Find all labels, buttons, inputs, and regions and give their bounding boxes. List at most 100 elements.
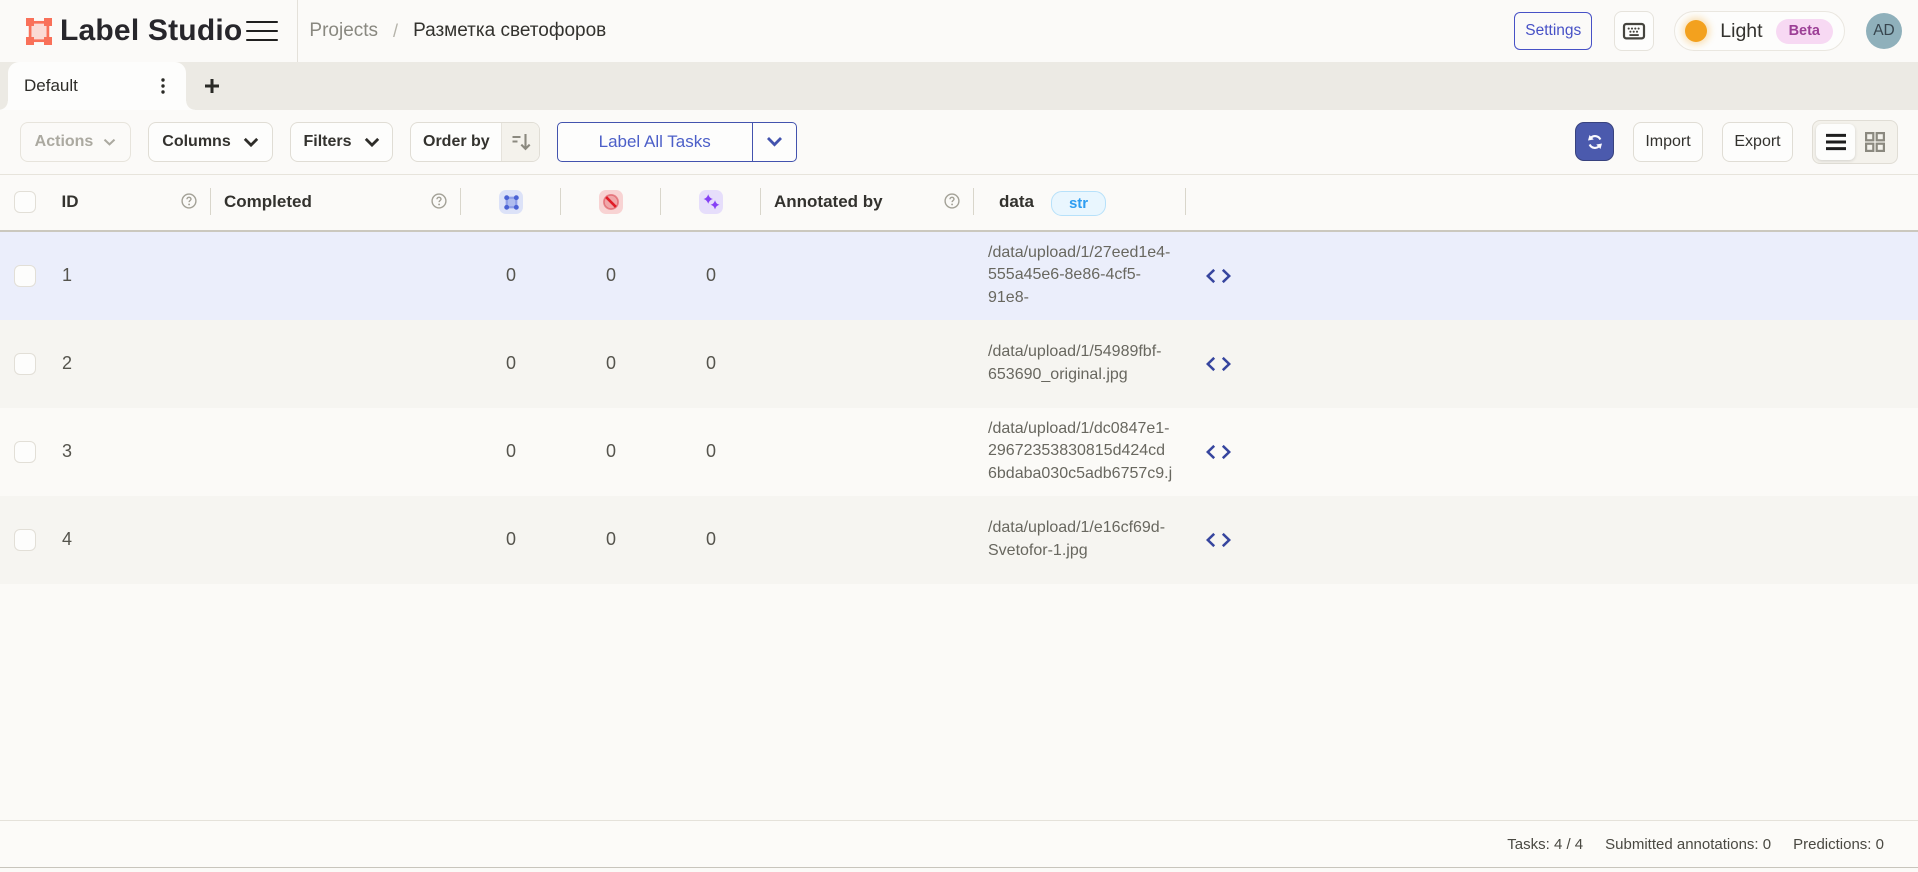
cell-cancelled-count: 0 [561,232,661,320]
select-all-checkbox[interactable] [14,191,36,213]
cell-show-source[interactable] [1186,320,1250,408]
breadcrumb-projects[interactable]: Projects [309,20,378,42]
breadcrumb-project-title: Разметка светофоров [413,20,606,42]
table-row[interactable]: 4 0 0 0 /data/upload/1/e16cf69d-Svetofor… [0,496,1918,584]
topbar-divider [297,0,298,62]
tab-bar: Default [0,62,1918,110]
toolbar: Actions Columns Filters Order by Label A… [0,110,1918,174]
cell-annotations-count: 0 [461,408,561,496]
keyboard-icon [1621,18,1647,44]
breadcrumb: Projects / Разметка светофоров [309,20,606,42]
list-view-button[interactable] [1816,124,1855,160]
cell-id: 3 [52,408,211,496]
filters-label: Filters [303,133,351,151]
cell-data: /data/upload/1/27eed1e4-555a45e6-8e86-4c… [974,232,1186,320]
cell-show-source[interactable] [1186,496,1250,584]
column-header-rest [1250,175,1918,230]
cell-rest [1250,496,1918,584]
predictions-icon [699,190,723,214]
tab-menu-kebab-icon[interactable] [154,77,172,95]
annotated-by-help-icon[interactable] [944,193,960,214]
order-by-sort-segment[interactable] [501,123,539,161]
cell-annotated-by [761,496,974,584]
columns-dropdown[interactable]: Columns [148,122,273,162]
actions-dropdown[interactable]: Actions [20,122,131,162]
column-header-annotations[interactable] [461,175,561,230]
data-value: /data/upload/1/27eed1e4-555a45e6-8e86-4c… [988,242,1173,310]
table-row[interactable]: 3 0 0 0 /data/upload/1/dc0847e1-29672353… [0,408,1918,496]
row-select-cell [0,320,52,408]
cell-data: /data/upload/1/e16cf69d-Svetofor-1.jpg [974,496,1186,584]
cell-completed [211,232,461,320]
row-checkbox[interactable] [14,353,36,375]
hamburger-menu-icon[interactable] [246,15,278,47]
label-all-tasks-button[interactable]: Label All Tasks [558,123,752,161]
column-header-predictions[interactable] [661,175,761,230]
column-header-cancelled[interactable] [561,175,661,230]
add-tab-button[interactable] [192,66,232,106]
cell-data: /data/upload/1/54989fbf-653690_original.… [974,320,1186,408]
annotations-icon [499,190,523,214]
chevron-down-icon [243,137,259,147]
tab-label: Default [24,76,78,96]
help-icon [944,193,960,209]
help-icon [431,193,447,209]
actions-label: Actions [35,133,94,151]
select-all-cell [0,175,52,230]
id-help-icon[interactable] [181,193,197,214]
show-source-icon [1205,356,1232,372]
cell-annotated-by [761,232,974,320]
cell-id: 1 [52,232,211,320]
cell-completed [211,496,461,584]
data-value: /data/upload/1/e16cf69d-Svetofor-1.jpg [988,517,1173,562]
cell-rest [1250,320,1918,408]
grid-view-icon [1865,132,1885,152]
cell-annotated-by [761,320,974,408]
cell-cancelled-count: 0 [561,496,661,584]
cell-show-source[interactable] [1186,232,1250,320]
table-row[interactable]: 2 0 0 0 /data/upload/1/54989fbf-653690_o… [0,320,1918,408]
cell-show-source[interactable] [1186,408,1250,496]
cell-predictions-count: 0 [661,320,761,408]
label-studio-logo[interactable]: Label Studio [26,14,242,48]
column-header-id[interactable]: ID [52,175,211,230]
refresh-icon [1585,132,1605,152]
keyboard-shortcuts-button[interactable] [1614,11,1654,51]
filters-dropdown[interactable]: Filters [290,122,393,162]
chevron-down-icon [364,137,380,147]
cell-rest [1250,408,1918,496]
label-all-tasks-split-button: Label All Tasks [557,122,797,162]
data-column-label: data [999,192,1034,212]
row-checkbox[interactable] [14,529,36,551]
order-by-label: Order by [411,123,501,161]
cell-data: /data/upload/1/dc0847e1-29672353830815d4… [974,408,1186,496]
tab-default[interactable]: Default [8,62,186,110]
order-by-control[interactable]: Order by [410,122,540,162]
table-row[interactable]: 1 0 0 0 /data/upload/1/27eed1e4-555a45e6… [0,232,1918,320]
row-checkbox[interactable] [14,265,36,287]
column-header-completed[interactable]: Completed [211,175,461,230]
label-all-tasks-caret[interactable] [752,123,796,161]
chevron-down-icon [103,138,116,146]
row-checkbox[interactable] [14,441,36,463]
show-source-icon [1205,444,1232,460]
logo-text: Label Studio [60,14,242,48]
predictions-counter: Predictions: 0 [1793,836,1884,853]
import-button[interactable]: Import [1633,122,1703,162]
theme-toggle[interactable]: Light Beta [1674,11,1845,51]
column-header-annotated-by[interactable]: Annotated by [761,175,974,230]
grid-view-button[interactable] [1855,124,1894,160]
cell-annotations-count: 0 [461,232,561,320]
show-source-icon [1205,268,1232,284]
column-header-data[interactable]: datastr [974,175,1186,230]
avatar[interactable]: AD [1866,13,1902,49]
label-studio-logo-icon [26,18,52,45]
settings-button[interactable]: Settings [1514,12,1592,50]
refresh-button[interactable] [1575,122,1614,161]
completed-help-icon[interactable] [431,193,447,214]
row-select-cell [0,496,52,584]
export-button[interactable]: Export [1722,122,1793,162]
table-header: ID Completed Annotated by datastr [0,175,1918,232]
row-select-cell [0,408,52,496]
cell-predictions-count: 0 [661,408,761,496]
